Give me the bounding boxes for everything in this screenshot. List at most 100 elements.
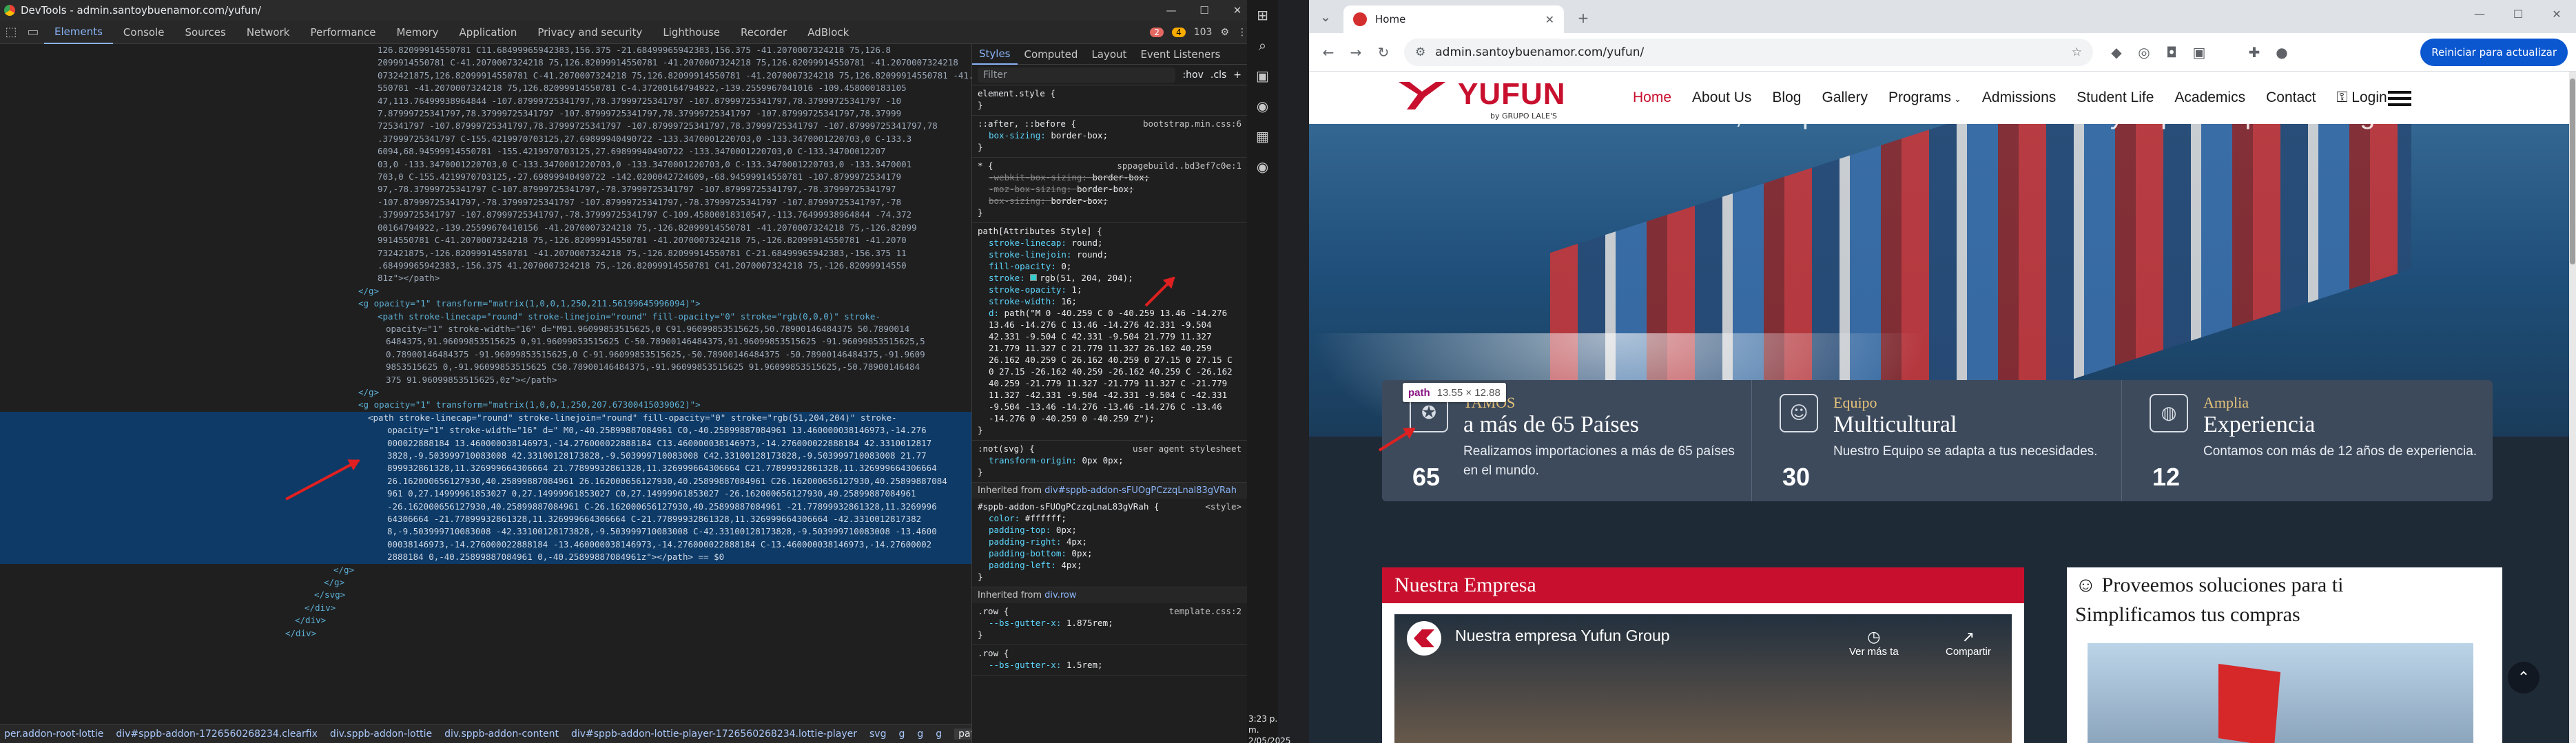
warning-count[interactable]: 4 — [1172, 28, 1186, 37]
css-property[interactable]: -moz-box-sizing: border-box; — [978, 183, 1241, 195]
code-line[interactable]: </g> — [0, 285, 971, 297]
rule-source-link[interactable]: user agent stylesheet — [1133, 443, 1241, 454]
nav-about-us[interactable]: About Us — [1692, 90, 1751, 106]
tab-sources[interactable]: Sources — [174, 21, 236, 44]
nav-login[interactable]: ⚿ Login — [2336, 90, 2387, 106]
code-line[interactable]: 6094,68.94599914550781 -155.421997070312… — [0, 145, 971, 158]
inherited-link[interactable]: div.row — [1044, 590, 1076, 600]
hover-toggle[interactable]: :hov — [1182, 70, 1203, 81]
property-name[interactable]: color — [989, 513, 1015, 523]
tab-styles[interactable]: Styles — [972, 44, 1018, 65]
css-property[interactable]: stroke-linejoin: round; — [978, 249, 1241, 260]
property-name[interactable]: padding-top — [989, 525, 1046, 535]
settings-icon[interactable]: ⚙ — [1220, 27, 1229, 38]
property-value[interactable]: border-box; — [1051, 196, 1108, 206]
chrome-taskbar-icon[interactable]: ◉ — [1247, 151, 1278, 182]
property-name[interactable]: --bs-gutter-x — [989, 618, 1056, 628]
tab-elements[interactable]: Elements — [44, 21, 113, 44]
tab-home[interactable]: Home ✕ — [1343, 6, 1564, 33]
property-value[interactable]: rgb(51, 204, 204); — [1040, 273, 1133, 283]
update-button[interactable]: Reiniciar para actualizar — [2420, 39, 2568, 66]
css-property[interactable]: box-sizing: border-box; — [978, 129, 1241, 141]
style-rule[interactable]: .row {template.css:2 --bs-gutter-x: 1.875… — [972, 603, 1247, 645]
style-rule[interactable]: element.style {} — [972, 85, 1247, 116]
style-rule[interactable]: path[Attributes Style] {stroke-linecap: … — [972, 223, 1247, 441]
rule-selector[interactable]: * { — [978, 160, 993, 171]
tab-performance[interactable]: Performance — [300, 21, 386, 44]
code-line[interactable]: </svg> — [0, 589, 971, 601]
code-line[interactable]: 6484375,91.96099853515625 0,91.960998535… — [0, 335, 971, 348]
address-bar[interactable]: ⚙ admin.santoybuenamor.com/yufun/ ☆ — [1404, 38, 2093, 66]
extension-icon[interactable]: ▣ — [2185, 39, 2213, 66]
css-property[interactable]: stroke-opacity: 1; — [978, 284, 1241, 295]
property-name[interactable]: stroke-linejoin — [989, 249, 1067, 260]
issue-counters[interactable]: 2 4 103 ⚙ ⋮ — [1150, 21, 1247, 44]
site-info-icon[interactable]: ⚙ — [1415, 45, 1425, 59]
code-line[interactable]: 8,-9.503999710083008 -42.33100128173828,… — [0, 525, 971, 538]
rule-selector[interactable]: :not(svg) { — [978, 443, 1035, 454]
rule-selector[interactable]: ::after, ::before { — [978, 118, 1076, 129]
code-line[interactable]: </g> — [0, 576, 971, 589]
property-name[interactable]: -webkit-box-sizing — [989, 172, 1082, 182]
property-value[interactable]: 1.5rem; — [1067, 660, 1103, 670]
breadcrumb-item[interactable]: div.sppb-addon-lottie — [330, 729, 432, 740]
tab-memory[interactable]: Memory — [387, 21, 449, 44]
more-options-icon[interactable]: ⋮ — [1237, 27, 1247, 38]
code-line[interactable]: 0732421875,126.82099914550781 C-41.20700… — [0, 70, 971, 82]
code-line[interactable]: <g opacity="1" transform="matrix(1,0,0,1… — [0, 297, 971, 310]
code-line[interactable]: 64306664 -21.77899932861328,11.326999664… — [0, 513, 971, 525]
tab-computed[interactable]: Computed — [1018, 44, 1085, 65]
video-player[interactable]: Nuestra empresa Yufun Group ◷ Ver más ta … — [1394, 614, 2012, 743]
rule-selector[interactable]: path[Attributes Style] { — [978, 226, 1102, 236]
code-line[interactable]: opacity="1" stroke-width="16" d="M91.960… — [0, 323, 971, 335]
elements-tree[interactable]: 126.82099914550781 C11.68499965942383,15… — [0, 44, 971, 724]
breadcrumb-item[interactable]: g — [917, 729, 923, 740]
video-title[interactable]: Nuestra empresa Yufun Group — [1455, 627, 1670, 645]
extensions-puzzle-icon[interactable]: ✚ — [2240, 39, 2268, 66]
windows-logo-icon[interactable]: ⊞ — [1247, 0, 1278, 30]
extension-icon[interactable]: ◆ — [2103, 39, 2130, 66]
property-name[interactable]: box-sizing — [989, 130, 1040, 140]
property-value[interactable]: border-box; — [1093, 172, 1150, 182]
selected-node[interactable]: <path stroke-linecap="round" stroke-line… — [0, 411, 971, 564]
property-name[interactable]: stroke-linecap — [989, 238, 1061, 248]
tab-recorder[interactable]: Recorder — [730, 21, 797, 44]
system-clock[interactable]: 3:23 p. m. 2/05/2025 — [1248, 713, 1291, 743]
nav-academics[interactable]: Academics — [2174, 90, 2245, 106]
maximize-button[interactable]: ☐ — [1188, 0, 1221, 21]
page-scrollbar[interactable] — [2569, 72, 2576, 743]
inherited-link[interactable]: div#sppb-addon-sFUOgPCzzqLnal83gVRah — [1044, 485, 1237, 496]
task-view-icon[interactable]: ▣ — [1247, 61, 1278, 91]
profile-avatar[interactable]: ● — [2268, 39, 2296, 66]
code-line[interactable]: 3828,-9.503999710083008 42.3310012817382… — [0, 450, 971, 462]
css-property[interactable]: padding-left: 4px; — [978, 559, 1241, 571]
nav-contact[interactable]: Contact — [2266, 90, 2316, 106]
inspect-icon[interactable]: ⬚ — [0, 21, 22, 44]
property-name[interactable]: transform-origin — [989, 455, 1071, 465]
css-property[interactable]: box-sizing: border-box; — [978, 195, 1241, 207]
code-line[interactable]: 899932861328,11.326999664306664 21.77899… — [0, 462, 971, 474]
code-line[interactable]: <g opacity="1" transform="matrix(1,0,0,1… — [0, 399, 971, 411]
breadcrumb-item[interactable]: div.sppb-addon-content — [444, 729, 559, 740]
property-name[interactable]: d — [989, 308, 994, 318]
style-rule[interactable]: ::after, ::before {bootstrap.min.css:6 bo… — [972, 116, 1247, 158]
property-name[interactable]: padding-bottom — [989, 548, 1061, 558]
tab-network[interactable]: Network — [236, 21, 300, 44]
rule-source-link[interactable]: <style> — [1205, 501, 1241, 512]
code-line[interactable]: 703,0 C-155.4219970703125,-27.6989994049… — [0, 171, 971, 183]
color-swatch[interactable] — [1030, 274, 1038, 281]
nav-programs[interactable]: Programs ⌄ — [1888, 90, 1961, 106]
tab-search-icon[interactable]: ⌄ — [1312, 3, 1339, 30]
code-line[interactable]: 725341797 -107.87999725341797,78.3799972… — [0, 120, 971, 132]
extension-icon[interactable]: ◎ — [2130, 39, 2158, 66]
breadcrumb-item[interactable]: svg — [869, 729, 886, 740]
css-property[interactable]: fill-opacity: 0; — [978, 260, 1241, 272]
property-value[interactable]: round; — [1077, 249, 1108, 260]
nav-home[interactable]: Home — [1633, 90, 1671, 106]
tab-application[interactable]: Application — [449, 21, 528, 44]
property-value[interactable]: 0; — [1061, 261, 1071, 271]
code-line[interactable]: opacity="1" stroke-width="16" d=" M0,-40… — [0, 424, 971, 437]
extension-badge-icon[interactable]: 14 — [2213, 39, 2240, 66]
channel-logo-icon[interactable] — [1407, 621, 1441, 656]
nav-blog[interactable]: Blog — [1772, 90, 1801, 106]
